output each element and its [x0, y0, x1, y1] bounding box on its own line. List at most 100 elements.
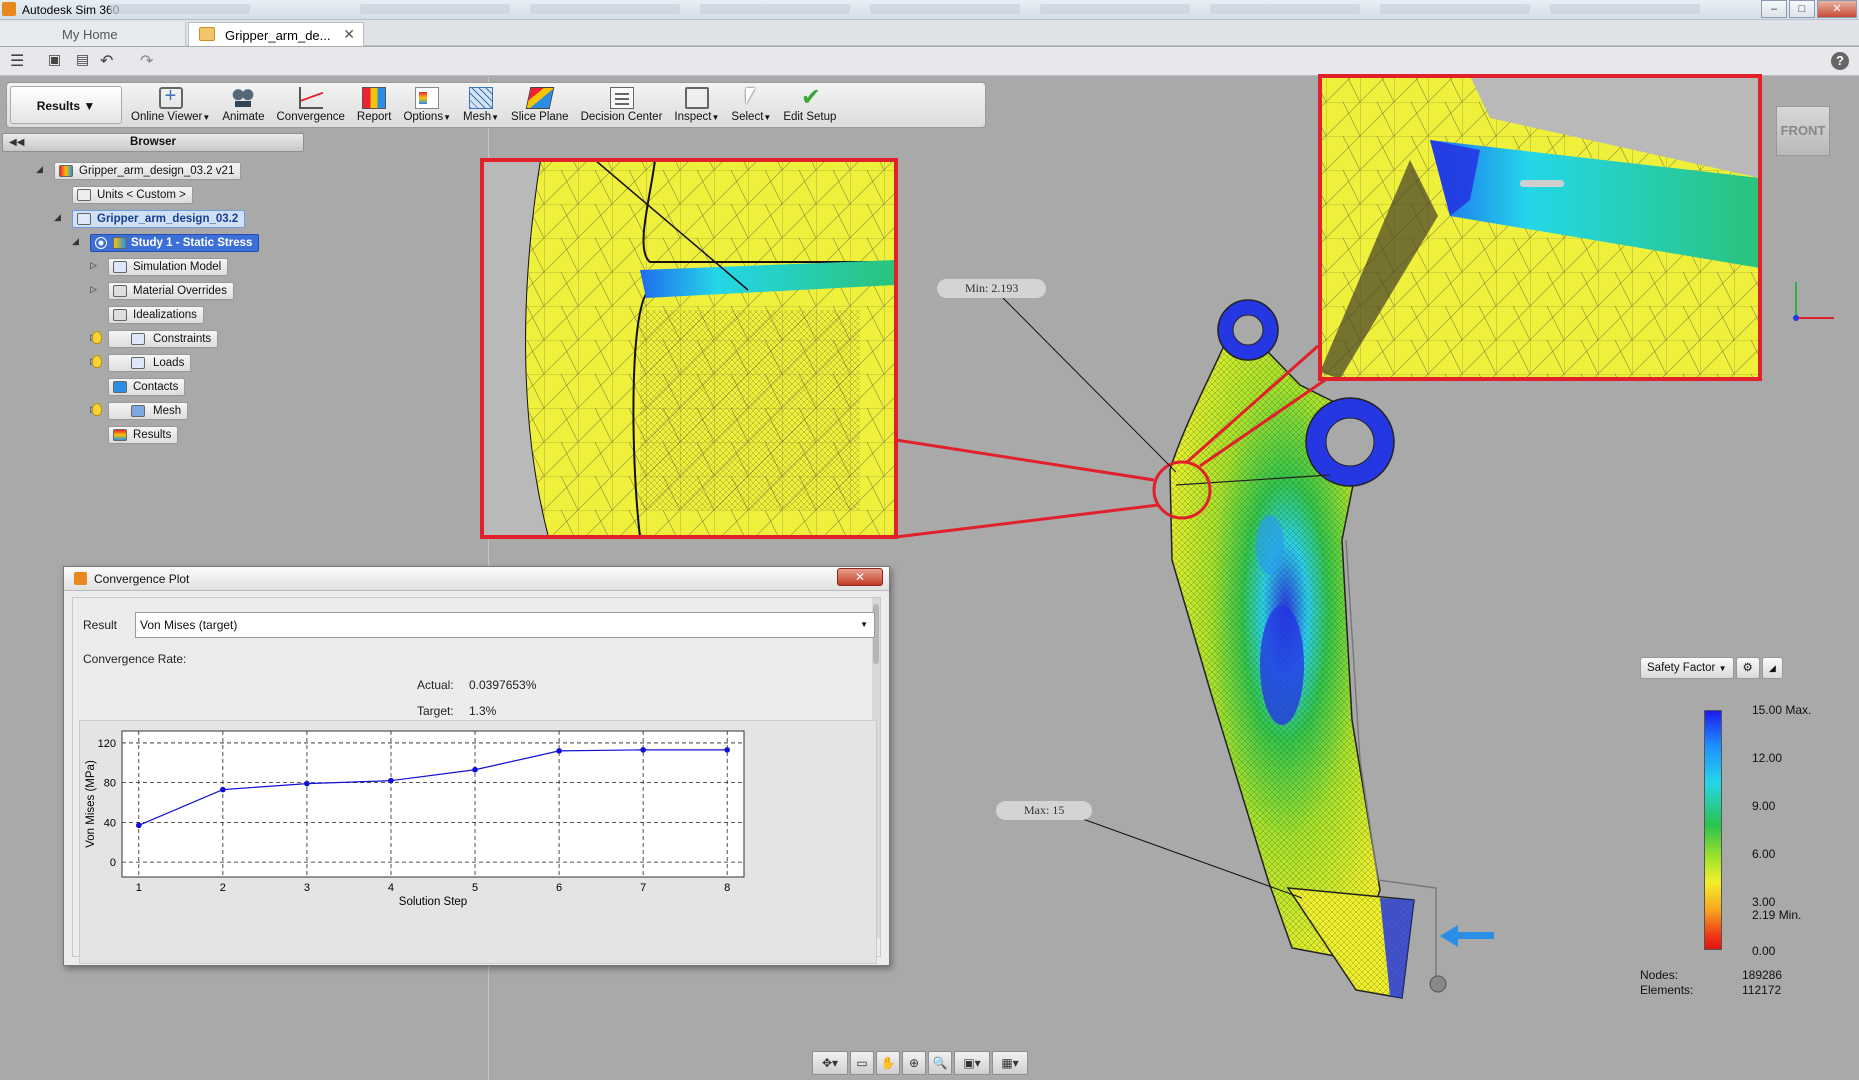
tree-node-results[interactable]: Results [108, 426, 179, 444]
view-cube[interactable]: FRONT [1776, 106, 1830, 156]
nodes-value: 189286 [1742, 968, 1783, 982]
tree-node-label: Contacts [133, 381, 179, 393]
data-point [220, 786, 226, 793]
button-label: Report [356, 111, 392, 123]
tree-node-units[interactable]: Units < Custom > [72, 186, 193, 204]
tree-node-label: Gripper_arm_design_03.2 v21 [79, 165, 235, 177]
workspace-dropdown[interactable]: Results ▼ [10, 86, 122, 124]
target-label: Target: [417, 704, 454, 718]
online-viewer-icon [158, 85, 183, 109]
study-icon [113, 237, 127, 249]
load-arrow-icon [1440, 925, 1494, 947]
slice-plane-icon [525, 87, 555, 109]
look-at-icon[interactable]: ▭ [850, 1051, 874, 1075]
y-tick-label: 120 [98, 738, 116, 750]
expand-arrow-icon[interactable]: ▷ [90, 260, 97, 271]
navigation-toolbar: ✥▾ ▭ ✋ ⊕ 🔍 ▣▾ ▦▾ [812, 1051, 1028, 1075]
tree-node-box: Simulation Model [108, 258, 229, 276]
chevron-down-icon: ▼ [860, 620, 868, 629]
tree-node-label: Results [133, 429, 172, 441]
elements-label: Elements: [1640, 983, 1694, 997]
report-button[interactable]: Report [351, 83, 398, 127]
orbit-icon[interactable]: ✥▾ [812, 1051, 848, 1075]
data-point [136, 822, 142, 829]
material-icon [113, 285, 127, 297]
convergence-button[interactable]: Convergence [271, 83, 351, 127]
mesh-button[interactable]: Mesh▼ [457, 83, 505, 127]
collapse-arrow-icon[interactable]: ◢ [36, 164, 43, 175]
x-tick-label: 3 [304, 882, 310, 894]
decision-center-button[interactable]: Decision Center [575, 83, 669, 127]
tree-node-study[interactable]: ◢ Study 1 - Static Stress [72, 234, 260, 252]
x-tick-label: 8 [724, 882, 730, 894]
tree-node-label: Material Overrides [133, 285, 227, 297]
mesh-icon [469, 87, 494, 109]
tree-node-material-overrides[interactable]: ▷ Material Overrides [90, 282, 234, 300]
legend-label-min: 2.19 Min. [1752, 908, 1802, 922]
tree-node-contacts[interactable]: Contacts [108, 378, 186, 396]
tree-node-loads[interactable]: ▷ Loads [90, 354, 192, 372]
dialog-title-bar[interactable]: Convergence Plot ✕ [64, 567, 889, 591]
gripper-arm-model [1169, 299, 1447, 999]
result-label: Result [83, 618, 118, 632]
tree-node-simulation-model[interactable]: ▷ Simulation Model [90, 258, 229, 276]
inspect-button[interactable]: Inspect▼ [668, 83, 725, 127]
convergence-chart-svg: 1 2 3 4 5 6 7 804080120Solution StepVon Mises (… [85, 730, 745, 908]
units-icon [77, 189, 91, 201]
options-icon [415, 87, 440, 109]
slice-plane-button[interactable]: Slice Plane [505, 83, 575, 127]
actual-value: 0.0397653% [469, 678, 537, 692]
data-point [640, 747, 646, 753]
button-label: Convergence [276, 111, 345, 123]
constraints-icon [131, 333, 145, 345]
edit-setup-button[interactable]: Edit Setup [777, 83, 842, 127]
plot-area [121, 730, 745, 878]
collapse-arrow-icon[interactable]: ◢ [72, 236, 79, 247]
legend-settings-button[interactable]: ⚙ [1735, 657, 1760, 679]
fillet-detail-inset [1318, 74, 1762, 381]
visibility-bulb-icon[interactable] [92, 331, 102, 344]
contacts-icon [113, 381, 127, 393]
convergence-icon [298, 87, 323, 109]
elements-value: 112172 [1742, 983, 1782, 997]
active-study-radio[interactable] [95, 237, 107, 249]
tree-node-design[interactable]: ◢ Gripper_arm_design_03.2 [54, 210, 246, 228]
tree-node-label: Constraints [153, 333, 212, 345]
browser-header[interactable]: ◀◀ Browser [2, 133, 304, 152]
tree-node-constraints[interactable]: ▷ Constraints [90, 330, 219, 348]
select-button[interactable]: Select▼ [725, 83, 777, 127]
data-point [472, 766, 478, 773]
tree-node-label: Simulation Model [133, 261, 222, 273]
button-label: Inspect [674, 111, 712, 123]
options-button[interactable]: Options▼ [397, 83, 457, 127]
mesh-tree-icon [131, 405, 145, 417]
tree-node-box: Material Overrides [108, 282, 234, 300]
button-label: Animate [222, 111, 265, 123]
visibility-bulb-icon[interactable] [92, 355, 102, 368]
result-type-dropdown[interactable]: Safety Factor ▼ [1640, 657, 1734, 679]
data-point [724, 747, 730, 753]
animate-button[interactable]: Animate [216, 83, 270, 127]
tree-node-idealizations[interactable]: Idealizations [108, 306, 204, 324]
pan-hand-icon[interactable]: ✋ [876, 1051, 900, 1075]
expand-arrow-icon[interactable]: ▷ [90, 284, 97, 295]
tree-node-mesh[interactable]: ▷ Mesh [90, 402, 189, 420]
display-settings-icon[interactable]: ▣▾ [954, 1051, 990, 1075]
zoom-fit-icon[interactable]: 🔍 [928, 1051, 952, 1075]
collapse-arrow-icon[interactable]: ◢ [54, 212, 61, 223]
result-select[interactable]: Von Mises (target) ▼ [135, 612, 875, 638]
visibility-bulb-icon[interactable] [92, 403, 102, 416]
zoom-window-icon[interactable]: ⊕ [902, 1051, 926, 1075]
legend-collapse-button[interactable]: ◢ [1761, 657, 1783, 679]
max-value-callout: Max: 15 [996, 801, 1093, 820]
nodes-label: Nodes: [1640, 968, 1679, 982]
legend-controls: Safety Factor ▼ ⚙ ◢ [1640, 657, 1783, 679]
collapse-browser-icon[interactable]: ◀◀ [9, 134, 24, 151]
tree-root-node[interactable]: ◢ Gripper_arm_design_03.2 v21 [36, 162, 242, 180]
button-label: Edit Setup [783, 111, 837, 123]
grid-icon[interactable]: ▦▾ [992, 1051, 1028, 1075]
results-icon [113, 429, 127, 441]
legend-label: 0.00 [1752, 944, 1776, 958]
dialog-close-button[interactable]: ✕ [837, 568, 883, 586]
online-viewer-button[interactable]: Online Viewer▼ [125, 83, 216, 127]
